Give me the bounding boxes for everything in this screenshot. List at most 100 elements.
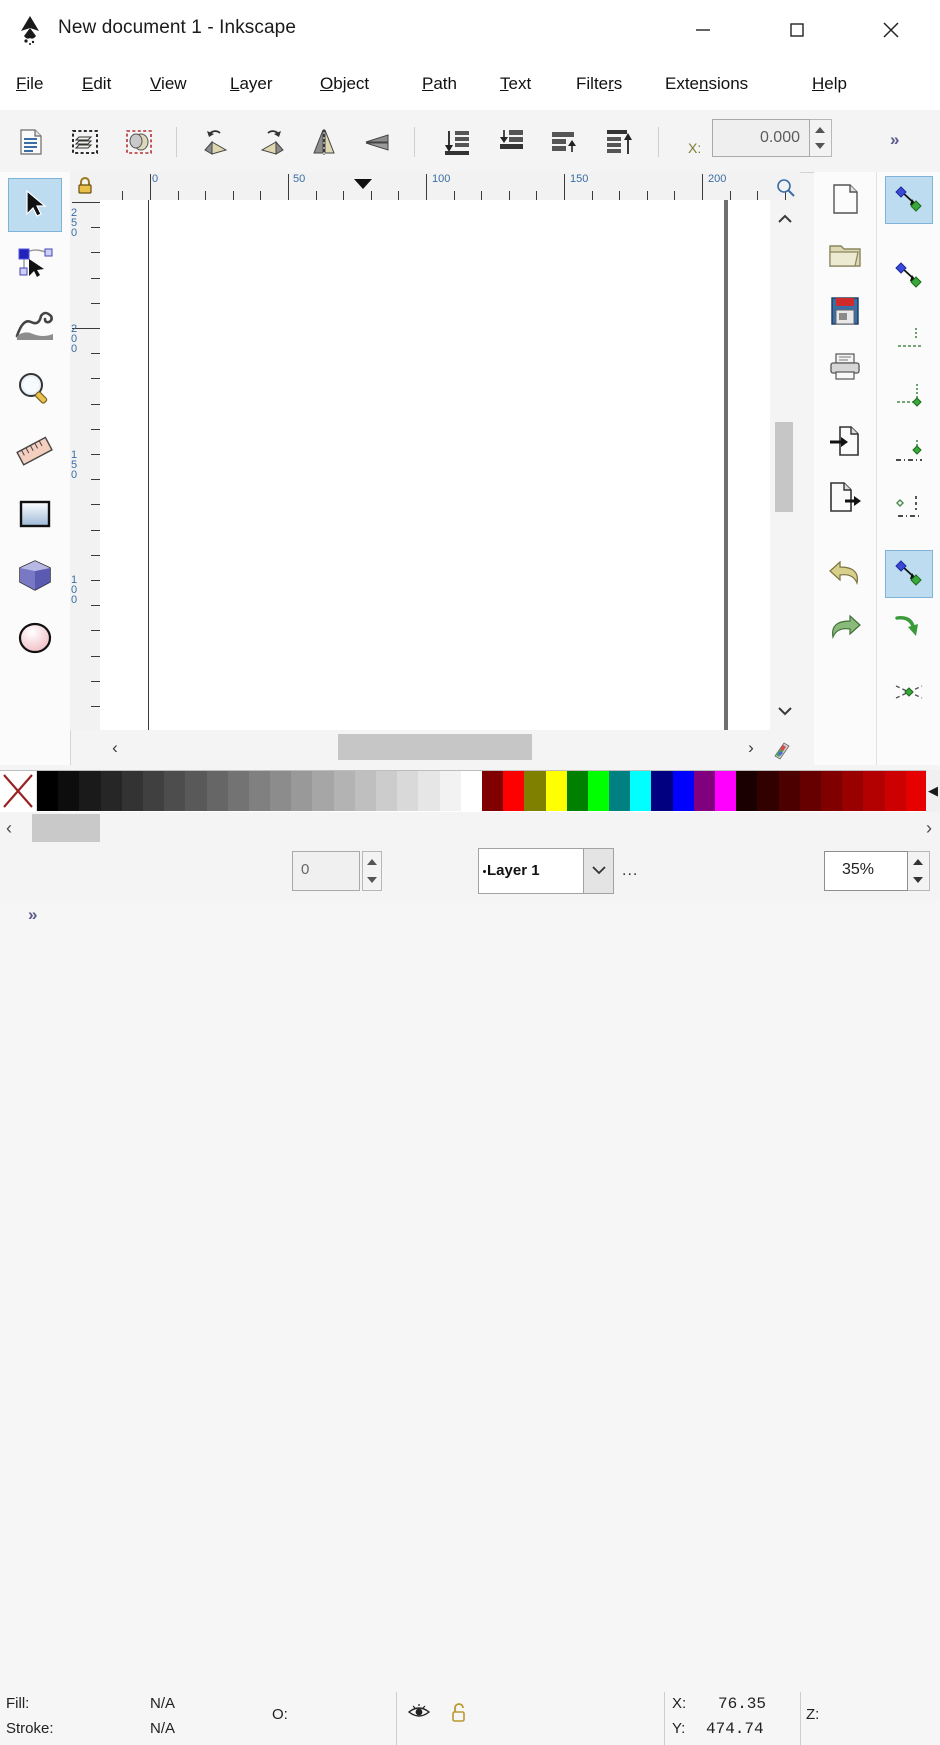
- palette-swatch[interactable]: [651, 771, 673, 811]
- palette-swatch[interactable]: [884, 771, 906, 811]
- palette-swatch[interactable]: [418, 771, 440, 811]
- palette-selected-swatch[interactable]: [32, 814, 100, 842]
- palette-swatch[interactable]: [100, 771, 122, 811]
- horizontal-scrollbar[interactable]: ‹ ›: [100, 730, 800, 765]
- palette-swatch[interactable]: [270, 771, 292, 811]
- palette-swatch[interactable]: [37, 771, 59, 811]
- palette-swatch[interactable]: [58, 771, 80, 811]
- maximize-button[interactable]: [774, 8, 820, 52]
- opacity-stepper[interactable]: [362, 851, 382, 891]
- fill-value[interactable]: N/A: [150, 1695, 175, 1712]
- scroll-right-button[interactable]: ›: [736, 730, 766, 765]
- layer-lock-toggle[interactable]: [450, 1701, 470, 1726]
- lower-step-icon[interactable]: [492, 125, 530, 159]
- toolbox-overflow[interactable]: »: [28, 905, 38, 925]
- open-document-button[interactable]: [821, 232, 869, 280]
- rectangle-tool[interactable]: [8, 488, 62, 542]
- menu-file[interactable]: File: [16, 74, 43, 94]
- palette-swatch[interactable]: [354, 771, 376, 811]
- palette-swatch[interactable]: [905, 771, 927, 811]
- palette-swatch[interactable]: [715, 771, 737, 811]
- palette-swatch[interactable]: [79, 771, 101, 811]
- snap-bounding-box-toggle[interactable]: [885, 252, 933, 300]
- menu-object[interactable]: Object: [320, 74, 369, 94]
- color-palette-icon[interactable]: [772, 740, 792, 760]
- palette-swatch[interactable]: [630, 771, 652, 811]
- snap-path-intersections-toggle[interactable]: [885, 604, 933, 652]
- scroll-left-button[interactable]: ‹: [100, 730, 130, 765]
- menu-filters[interactable]: Filters: [576, 74, 622, 94]
- palette-swatch[interactable]: [566, 771, 588, 811]
- new-document-button[interactable]: [821, 176, 869, 224]
- palette-swatch[interactable]: [460, 771, 482, 811]
- palette-swatch[interactable]: [185, 771, 207, 811]
- zoom-tool[interactable]: [8, 364, 62, 418]
- layer-visibility-toggle[interactable]: [407, 1703, 431, 1724]
- palette-swatch[interactable]: [736, 771, 758, 811]
- menu-edit[interactable]: Edit: [82, 74, 111, 94]
- palette-swatch[interactable]: [545, 771, 567, 811]
- document-properties-icon[interactable]: [12, 125, 50, 159]
- tweak-tool[interactable]: [8, 300, 62, 354]
- zoom-input[interactable]: 35%: [824, 851, 908, 891]
- redo-button[interactable]: [821, 604, 869, 652]
- selector-tool[interactable]: [8, 178, 62, 232]
- zoom-page-icon[interactable]: [776, 178, 796, 198]
- commands-toolbar-overflow[interactable]: »: [890, 130, 900, 150]
- palette-swatch[interactable]: [481, 771, 504, 811]
- swatch-none[interactable]: [0, 771, 37, 811]
- horizontal-scroll-thumb[interactable]: [338, 734, 532, 760]
- raise-to-top-icon[interactable]: [600, 125, 638, 159]
- palette-swatch[interactable]: [757, 771, 779, 811]
- ellipse-tool[interactable]: [8, 612, 62, 666]
- palette-expand-button[interactable]: ◀: [926, 770, 940, 812]
- palette-swatch[interactable]: [863, 771, 885, 811]
- layer-dropdown-button[interactable]: [584, 848, 614, 894]
- vertical-scroll-thumb[interactable]: [775, 422, 793, 512]
- palette-swatch[interactable]: [248, 771, 271, 811]
- scroll-up-button[interactable]: [770, 204, 800, 234]
- palette-swatch[interactable]: [333, 771, 355, 811]
- palette-scroll-left[interactable]: ‹: [6, 818, 12, 839]
- palette-scroll-right[interactable]: ›: [926, 818, 932, 839]
- export-button[interactable]: [821, 474, 869, 522]
- palette-swatch[interactable]: [672, 771, 694, 811]
- layer-selector[interactable]: Layer 1: [478, 848, 584, 894]
- palette-swatch[interactable]: [820, 771, 843, 811]
- palette-swatch[interactable]: [291, 771, 313, 811]
- palette-swatch[interactable]: [524, 771, 546, 811]
- horizontal-ruler[interactable]: 0 50 100 150 200: [100, 172, 800, 201]
- toolbar-x-input[interactable]: 0.000: [712, 119, 810, 157]
- undo-button[interactable]: [821, 550, 869, 598]
- close-button[interactable]: [868, 8, 914, 52]
- raise-step-icon[interactable]: [545, 125, 583, 159]
- palette-swatch[interactable]: [121, 771, 143, 811]
- snap-cusp-nodes-toggle[interactable]: [885, 486, 933, 534]
- scroll-down-button[interactable]: [770, 696, 800, 726]
- print-document-button[interactable]: [821, 344, 869, 392]
- minimize-button[interactable]: [680, 8, 726, 52]
- rotate-ccw-icon[interactable]: [198, 125, 236, 159]
- vertical-ruler[interactable]: 250 200 150 100: [70, 200, 101, 730]
- color-palette[interactable]: [0, 770, 940, 814]
- palette-swatch[interactable]: [142, 771, 165, 811]
- palette-swatch[interactable]: [842, 771, 864, 811]
- menu-view[interactable]: View: [150, 74, 187, 94]
- palette-swatch[interactable]: [693, 771, 715, 811]
- palette-swatch[interactable]: [312, 771, 334, 811]
- enable-snapping-toggle[interactable]: [885, 176, 933, 224]
- select-all-in-layers-icon[interactable]: [66, 125, 104, 159]
- lower-to-bottom-icon[interactable]: [438, 125, 476, 159]
- palette-swatch[interactable]: [164, 771, 186, 811]
- snap-nodes-paths-toggle[interactable]: [885, 430, 933, 478]
- import-button[interactable]: [821, 418, 869, 466]
- menu-layer[interactable]: Layer: [230, 74, 273, 94]
- palette-swatch[interactable]: [778, 771, 800, 811]
- vertical-scrollbar[interactable]: [770, 200, 800, 730]
- snap-bbox-edges-toggle[interactable]: [885, 318, 933, 366]
- palette-swatch[interactable]: [587, 771, 610, 811]
- palette-swatch[interactable]: [397, 771, 419, 811]
- palette-swatch[interactable]: [206, 771, 228, 811]
- measure-tool[interactable]: [8, 426, 62, 480]
- menu-extensions[interactable]: Extensions: [665, 74, 748, 94]
